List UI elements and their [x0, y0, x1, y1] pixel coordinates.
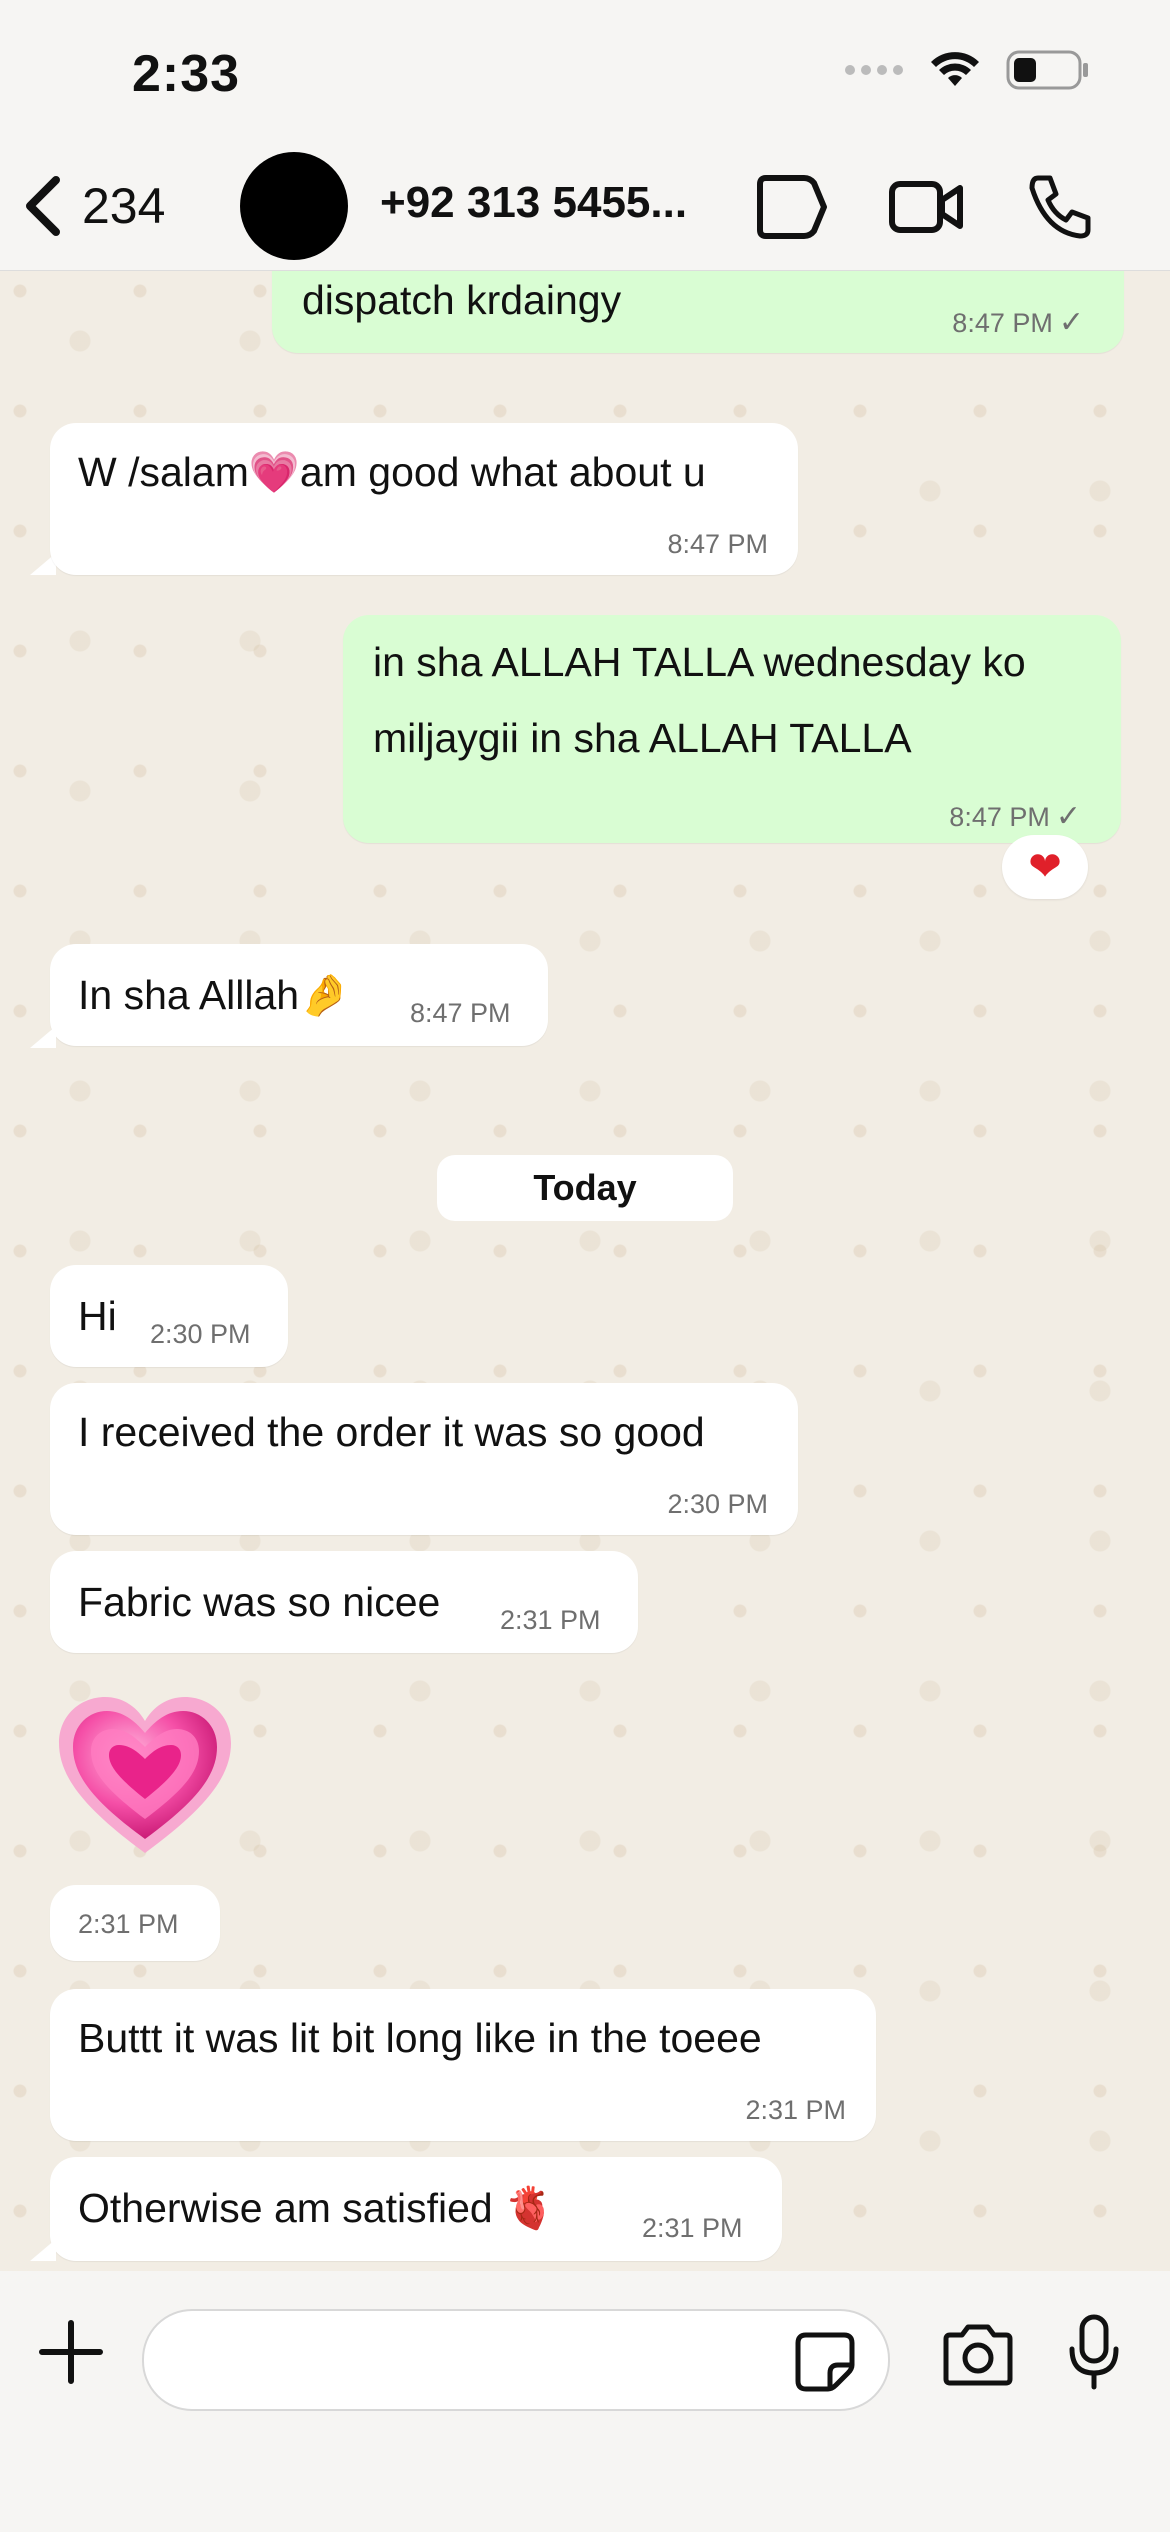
contact-name[interactable]: +92 313 5455...: [380, 178, 730, 228]
message-time: 2:31 PM: [500, 1605, 601, 1635]
message-time: 8:47 PM ✓: [952, 305, 1084, 340]
text-segment: Otherwise am satisfied: [78, 2185, 493, 2231]
message-bubble-incoming[interactable]: Hi 2:30 PM: [50, 1265, 288, 1367]
message-time: 2:30 PM: [667, 1489, 768, 1519]
camera-icon[interactable]: [940, 2323, 1016, 2387]
message-text-line1: in sha ALLAH TALLA wednesday ko: [373, 639, 1026, 685]
pink-heart-sticker[interactable]: [55, 1693, 235, 1859]
message-text: Hi: [78, 1293, 117, 1339]
chat-area[interactable]: dispatch krdaingy 8:47 PM ✓ W /salam💗am g…: [0, 271, 1170, 2271]
video-call-icon[interactable]: [888, 172, 964, 242]
sticker-time-bubble: 2:31 PM: [50, 1885, 220, 1961]
message-text: Buttt it was lit bit long like in the to…: [78, 2015, 762, 2061]
text-segment: am good what about u: [299, 449, 706, 495]
bubble-tail: [30, 1026, 56, 1048]
chat-header: 234 +92 313 5455...: [0, 150, 1170, 271]
text-segment: In sha Alllah: [78, 972, 300, 1018]
composer-bar: [0, 2271, 1170, 2532]
microphone-icon[interactable]: [1066, 2313, 1122, 2393]
message-time: 2:31 PM: [745, 2095, 846, 2125]
status-icons: [844, 50, 1090, 90]
message-bubble-outgoing[interactable]: dispatch krdaingy 8:47 PM ✓: [272, 271, 1124, 353]
message-input[interactable]: [142, 2309, 890, 2411]
message-bubble-incoming[interactable]: Buttt it was lit bit long like in the to…: [50, 1989, 876, 2141]
heart-reaction[interactable]: ❤: [1002, 835, 1088, 899]
message-text: In sha Alllah🤌: [78, 972, 350, 1020]
message-time: 2:31 PM: [642, 2213, 743, 2243]
back-button[interactable]: 234: [20, 174, 165, 238]
message-text: W /salam💗am good what about u: [78, 449, 706, 497]
chevron-left-icon: [26, 176, 60, 236]
message-bubble-outgoing[interactable]: in sha ALLAH TALLA wednesday ko miljaygi…: [343, 615, 1121, 843]
message-time: 2:31 PM: [78, 1909, 179, 1939]
unread-count: 234: [82, 178, 166, 234]
signal-icon: [845, 65, 903, 75]
plus-icon[interactable]: [36, 2317, 106, 2387]
message-time: 2:30 PM: [150, 1319, 251, 1349]
wifi-icon: [931, 52, 979, 86]
message-bubble-incoming[interactable]: In sha Alllah🤌 8:47 PM: [50, 944, 548, 1046]
text-segment: W /salam: [78, 449, 249, 495]
message-text-line2: miljaygii in sha ALLAH TALLA: [373, 715, 912, 761]
check-icon: ✓: [1055, 800, 1081, 833]
message-bubble-incoming[interactable]: Fabric was so nicee 2:31 PM: [50, 1551, 638, 1653]
status-time: 2:33: [132, 45, 241, 103]
check-icon: ✓: [1058, 306, 1084, 339]
message-bubble-incoming[interactable]: W /salam💗am good what about u 8:47 PM: [50, 423, 798, 575]
message-text: Otherwise am satisfied 🫀: [78, 2185, 555, 2233]
emoji: 🫀: [504, 2185, 556, 2231]
message-time: 8:47 PM: [667, 529, 768, 559]
label-tag-icon[interactable]: [752, 172, 828, 242]
message-time: 8:47 PM ✓: [949, 799, 1081, 834]
sticker-icon[interactable]: [794, 2331, 856, 2393]
emoji: 💗: [248, 449, 300, 495]
bubble-tail: [30, 2239, 56, 2261]
phone-call-icon[interactable]: [1024, 172, 1094, 242]
message-bubble-incoming[interactable]: I received the order it was so good 2:30…: [50, 1383, 798, 1535]
emoji: 🤌: [299, 972, 351, 1018]
time-label: 8:47 PM: [952, 308, 1053, 338]
time-label: 8:47 PM: [949, 802, 1050, 832]
message-time: 8:47 PM: [410, 998, 511, 1028]
message-text: I received the order it was so good: [78, 1409, 705, 1455]
avatar[interactable]: [240, 152, 348, 260]
battery-icon: [1006, 50, 1088, 90]
message-bubble-incoming[interactable]: Otherwise am satisfied 🫀 2:31 PM: [50, 2157, 782, 2261]
message-text: Fabric was so nicee: [78, 1579, 441, 1625]
day-separator: Today: [437, 1155, 733, 1221]
status-bar: 2:33: [0, 0, 1170, 150]
message-text: dispatch krdaingy: [302, 277, 622, 323]
